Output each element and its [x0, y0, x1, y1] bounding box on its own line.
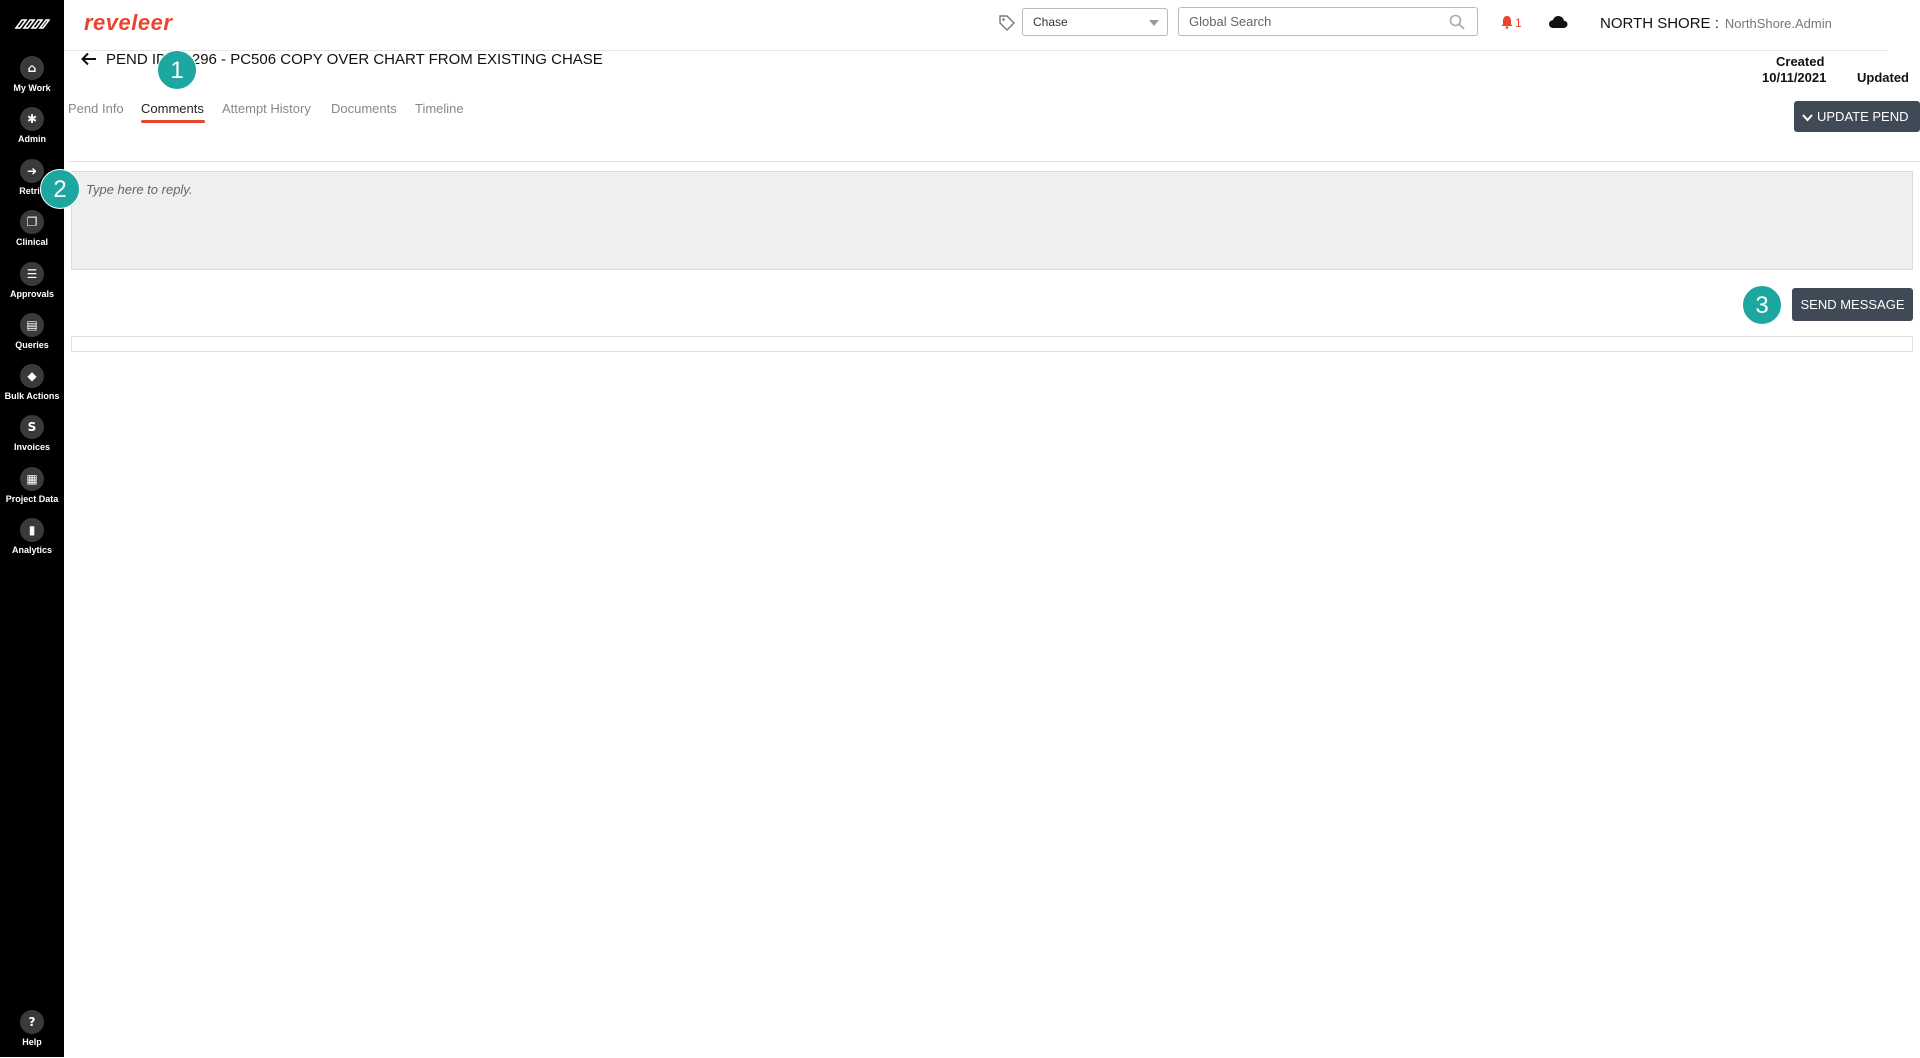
update-pend-label: UPDATE PEND	[1817, 109, 1909, 124]
sidebar-item-label: Project Data	[5, 494, 59, 504]
arrow-right-icon: ➜	[20, 159, 44, 183]
sidebar-item-project-data[interactable]: ▦ Project Data	[0, 467, 64, 515]
created-label: Created	[1776, 54, 1825, 69]
user-name: NorthShore.Admin	[1724, 16, 1832, 31]
chart-icon: ▮	[20, 518, 44, 542]
created-date: 10/11/2021	[1762, 70, 1827, 85]
brand-logo[interactable]: reveleer	[84, 10, 172, 36]
document-icon: ▤	[20, 313, 44, 337]
grid-icon: ▦	[20, 467, 44, 491]
sidebar-item-invoices[interactable]: S Invoices	[0, 415, 64, 463]
top-header: reveleer Chase 1 NORTH SHORE : NorthShore…	[64, 0, 1920, 50]
sidebar-item-label: Help	[22, 1037, 42, 1047]
notifications-button[interactable]: 1	[1500, 14, 1526, 32]
sidebar-item-label: My Work	[13, 83, 51, 93]
reply-box	[71, 171, 1913, 270]
comments-list	[71, 336, 1913, 352]
section-divider	[68, 161, 1920, 162]
sidebar-item-approvals[interactable]: ☰ Approvals	[0, 262, 64, 310]
search-icon[interactable]	[1449, 14, 1465, 30]
sidebar-item-my-work[interactable]: ⌂ My Work	[0, 56, 64, 104]
sidebar-item-analytics[interactable]: ▮ Analytics	[0, 518, 64, 566]
search-type-value: Chase	[1033, 15, 1068, 29]
cloud-icon[interactable]	[1548, 15, 1568, 29]
home-icon: ⌂	[20, 56, 44, 80]
active-tab-indicator	[141, 120, 205, 123]
sidebar-item-label: Analytics	[11, 545, 53, 555]
tab-timeline[interactable]: Timeline	[415, 101, 464, 116]
step-badge-2: 2	[40, 169, 80, 209]
sidebar-item-label: Bulk Actions	[4, 391, 60, 401]
sidebar-item-help[interactable]: ? Help	[0, 1010, 64, 1058]
question-icon: ?	[20, 1010, 44, 1034]
tab-attempt-history[interactable]: Attempt History	[222, 101, 311, 116]
sidebar-item-admin[interactable]: ✱ Admin	[0, 107, 64, 155]
global-search	[1178, 7, 1478, 36]
sidebar-item-queries[interactable]: ▤ Queries	[0, 313, 64, 361]
sidebar-item-label: Invoices	[13, 442, 51, 452]
dollar-icon: S	[20, 415, 44, 439]
tag-icon[interactable]	[998, 14, 1016, 32]
gear-icon: ✱	[20, 107, 44, 131]
sidebar-item-label: Queries	[15, 340, 49, 350]
chevron-down-icon	[1802, 114, 1813, 122]
sidebar-item-clinical[interactable]: ❐ Clinical	[0, 210, 64, 258]
tab-documents[interactable]: Documents	[331, 101, 397, 116]
sidebar-item-label: Admin	[18, 134, 46, 144]
chevron-down-icon	[1149, 20, 1159, 26]
tab-pend-info[interactable]: Pend Info	[68, 101, 124, 116]
list-icon: ☰	[20, 262, 44, 286]
reply-input[interactable]	[72, 172, 1912, 269]
org-name: NORTH SHORE :	[1600, 15, 1719, 32]
bell-icon	[1501, 16, 1513, 29]
sidebar-item-bulk-actions[interactable]: ◆ Bulk Actions	[0, 364, 64, 412]
sidebar-item-label: Clinical	[15, 237, 48, 247]
sidebar: ⌂ My Work ✱ Admin ➜ Retrie ❐ Clinical ☰ …	[0, 0, 64, 1057]
app-logo-icon[interactable]	[14, 14, 50, 34]
sidebar-item-label: Approvals	[9, 289, 54, 299]
clipboard-icon: ❐	[20, 210, 44, 234]
search-type-select[interactable]: Chase	[1022, 8, 1168, 36]
org-user-info[interactable]: NORTH SHORE : NorthShore.Admin	[1600, 15, 1832, 32]
step-badge-3: 3	[1742, 285, 1782, 325]
tab-comments[interactable]: Comments	[141, 101, 204, 116]
updated-label: Updated	[1857, 70, 1909, 85]
notification-count: 1	[1515, 16, 1522, 30]
global-search-input[interactable]	[1179, 8, 1439, 35]
send-message-button[interactable]: SEND MESSAGE	[1792, 288, 1913, 321]
back-arrow-icon[interactable]	[80, 50, 98, 68]
step-badge-1: 1	[157, 50, 197, 90]
layers-icon: ◆	[20, 364, 44, 388]
update-pend-button[interactable]: UPDATE PEND	[1794, 101, 1920, 132]
